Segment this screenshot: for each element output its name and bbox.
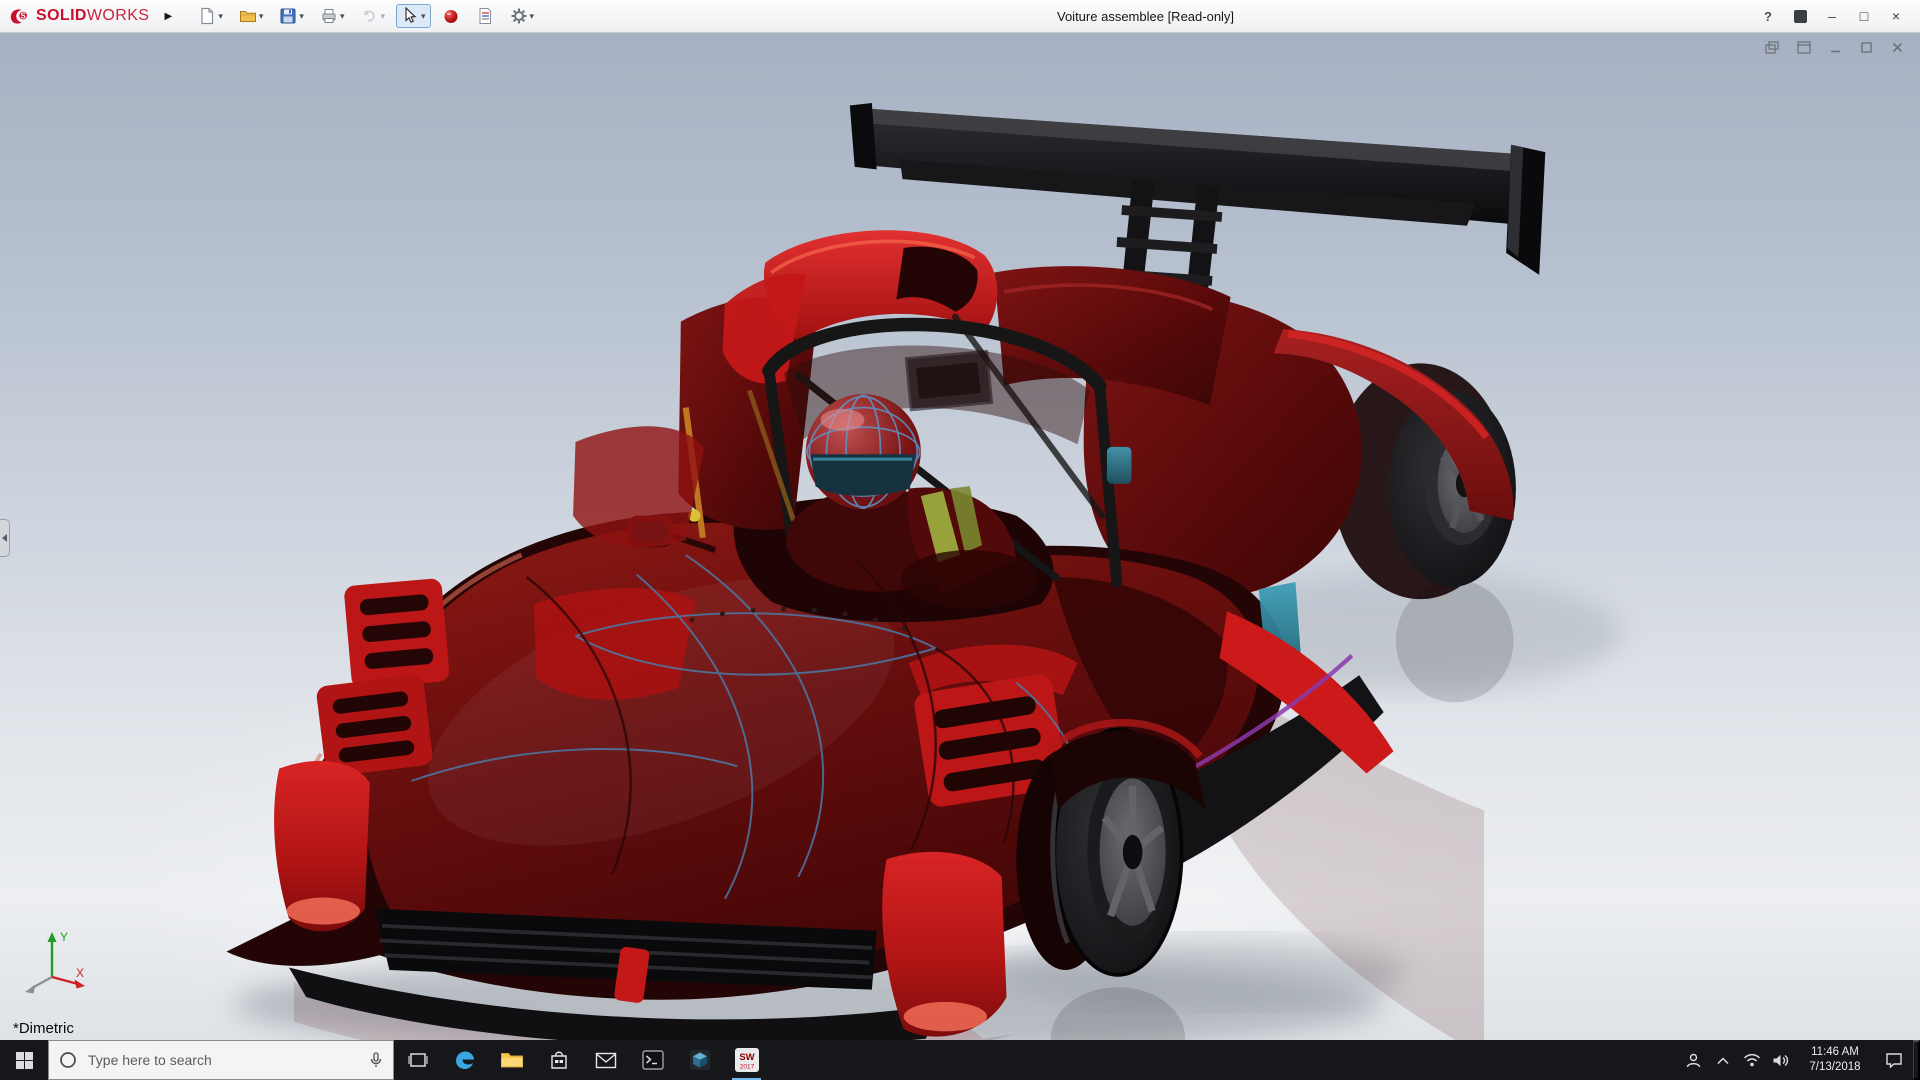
select-cursor-icon <box>401 7 419 25</box>
taskbar-task-view-button[interactable] <box>394 1040 441 1080</box>
undo-button[interactable]: ▾ <box>355 4 390 28</box>
dropdown-arrow-icon[interactable]: ▾ <box>299 12 304 21</box>
select-tool-button[interactable]: ▾ <box>396 4 431 28</box>
edit-appearance-button[interactable] <box>437 4 465 28</box>
brand-name: SOLIDWORKS <box>36 7 149 25</box>
collapse-arrow-icon <box>2 534 7 542</box>
window-controls: ? – □ × <box>1752 3 1912 30</box>
ds-logo-icon: S <box>8 5 30 27</box>
show-desktop-button[interactable] <box>1913 1040 1920 1080</box>
taskbar-file-explorer-button[interactable] <box>488 1040 535 1080</box>
svg-text:S: S <box>21 11 26 20</box>
solidworks-logo: S SOLIDWORKS <box>8 5 149 27</box>
clock-time: 11:46 AM <box>1795 1045 1875 1060</box>
solidworks-app-icon: SW 2017 <box>734 1047 760 1073</box>
search-input[interactable] <box>86 1051 360 1069</box>
people-icon <box>1685 1052 1702 1069</box>
titlebar: S SOLIDWORKS ▶ ▾ ▾ <box>0 0 1920 33</box>
taskbar-store-button[interactable] <box>535 1040 582 1080</box>
sw-icon-label: SW <box>739 1052 754 1063</box>
dropdown-arrow-icon[interactable]: ▾ <box>218 12 223 21</box>
action-center-button[interactable] <box>1875 1040 1913 1080</box>
cortana-icon <box>59 1051 77 1069</box>
fullscreen-button[interactable] <box>1784 3 1816 30</box>
appearance-ball-icon <box>442 7 460 25</box>
cad-cube-icon <box>689 1049 711 1071</box>
taskbar-edge-button[interactable] <box>441 1040 488 1080</box>
save-floppy-icon <box>279 7 297 25</box>
dropdown-arrow-icon[interactable]: ▾ <box>340 12 345 21</box>
car-model-render <box>0 33 1920 1040</box>
minimize-button[interactable]: – <box>1816 3 1848 30</box>
taskbar-mail-button[interactable] <box>582 1040 629 1080</box>
save-button[interactable]: ▾ <box>274 4 309 28</box>
system-tray: 11:46 AM 7/13/2018 <box>1679 1040 1920 1080</box>
doc-float-button[interactable] <box>1797 41 1811 54</box>
print-button[interactable]: ▾ <box>315 4 350 28</box>
doc-restore-button[interactable] <box>1765 41 1779 54</box>
dropdown-arrow-icon[interactable]: ▾ <box>259 12 264 21</box>
windows-logo-icon <box>16 1052 33 1069</box>
open-folder-icon <box>239 7 257 25</box>
show-hidden-icons-button[interactable] <box>1708 1040 1737 1080</box>
taskbar-search <box>48 1040 394 1080</box>
options-gear-icon <box>510 7 528 25</box>
windows-taskbar: SW 2017 <box>0 1040 1920 1080</box>
maximize-button[interactable]: □ <box>1848 3 1880 30</box>
view-orientation-label: *Dimetric <box>13 1020 74 1037</box>
store-icon <box>549 1049 569 1071</box>
close-button[interactable]: × <box>1880 3 1912 30</box>
design-binder-icon <box>476 7 494 25</box>
volume-icon <box>1772 1053 1789 1068</box>
brand-solid: SOLID <box>36 7 87 24</box>
design-binder-button[interactable] <box>471 4 499 28</box>
print-icon <box>320 7 338 25</box>
taskbar-cad-viewer-button[interactable] <box>676 1040 723 1080</box>
flyout-arrow-icon: ▶ <box>164 11 172 22</box>
file-explorer-icon <box>500 1050 524 1070</box>
solidworks-window: S SOLIDWORKS ▶ ▾ ▾ <box>0 0 1920 1080</box>
document-title: Voiture assemblee [Read-only] <box>543 9 1748 24</box>
doc-minimize-button[interactable] <box>1829 41 1842 54</box>
edge-icon <box>453 1048 477 1072</box>
notification-icon <box>1885 1052 1903 1069</box>
taskbar-solidworks-button[interactable]: SW 2017 <box>723 1040 770 1080</box>
orientation-triad[interactable]: Y X <box>16 927 94 1002</box>
options-button[interactable]: ▾ <box>505 4 540 28</box>
triad-y-label: Y <box>60 930 68 944</box>
undo-icon <box>360 7 378 25</box>
help-button[interactable]: ? <box>1752 3 1784 30</box>
brand-works: WORKS <box>87 7 149 24</box>
mail-icon <box>595 1052 617 1069</box>
dropdown-arrow-icon[interactable]: ▾ <box>380 12 385 21</box>
network-tray-button[interactable] <box>1737 1040 1766 1080</box>
featuremanager-collapse-handle[interactable] <box>0 519 10 557</box>
taskbar-command-prompt-button[interactable] <box>629 1040 676 1080</box>
open-button[interactable]: ▾ <box>234 4 269 28</box>
dropdown-arrow-icon[interactable]: ▾ <box>421 12 426 21</box>
doc-maximize-button[interactable] <box>1860 41 1873 54</box>
command-prompt-icon <box>642 1050 664 1070</box>
taskbar-clock[interactable]: 11:46 AM 7/13/2018 <box>1795 1045 1875 1075</box>
chevron-up-icon <box>1716 1056 1730 1065</box>
wifi-icon <box>1743 1053 1761 1067</box>
menu-flyout-button[interactable]: ▶ <box>159 5 177 27</box>
new-document-button[interactable]: ▾ <box>193 4 228 28</box>
volume-tray-button[interactable] <box>1766 1040 1795 1080</box>
microphone-icon[interactable] <box>369 1052 383 1068</box>
doc-close-button[interactable] <box>1891 41 1904 54</box>
dropdown-arrow-icon[interactable]: ▾ <box>530 12 535 21</box>
triad-x-label: X <box>76 966 84 980</box>
start-button[interactable] <box>0 1040 48 1080</box>
quick-access-toolbar: ▾ ▾ ▾ <box>193 4 539 28</box>
task-view-icon <box>408 1051 428 1069</box>
document-window-controls <box>1765 41 1904 54</box>
graphics-area[interactable]: Y X *Dimetric <box>0 33 1920 1040</box>
people-tray-button[interactable] <box>1679 1040 1708 1080</box>
sw-icon-year: 2017 <box>739 1064 754 1071</box>
new-document-icon <box>198 7 216 25</box>
clock-date: 7/13/2018 <box>1795 1060 1875 1075</box>
fullscreen-icon <box>1794 10 1807 23</box>
